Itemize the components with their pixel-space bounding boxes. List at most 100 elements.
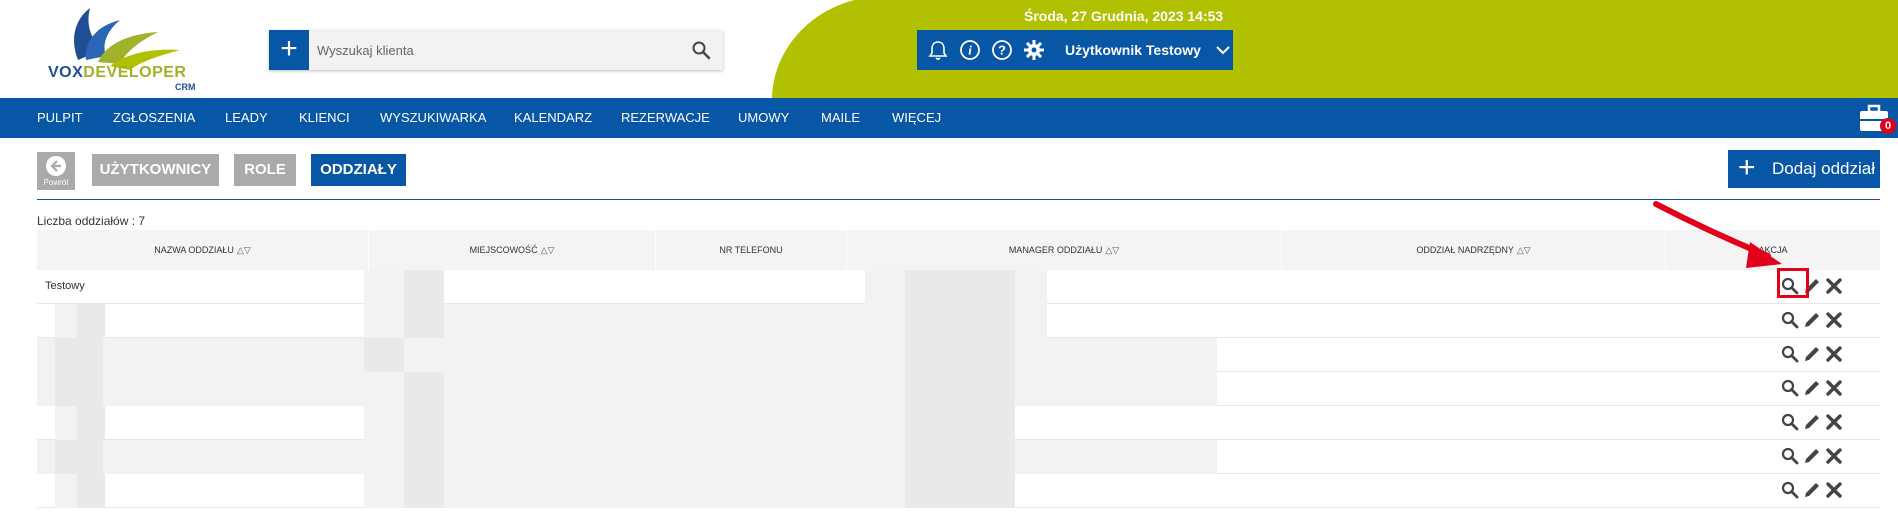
logo[interactable]: VOXDEVELOPER CRM	[40, 2, 210, 94]
delete-button[interactable]	[1824, 378, 1844, 398]
back-label: Powrót	[43, 178, 69, 187]
table-row	[37, 474, 1880, 508]
view-button[interactable]	[1780, 412, 1800, 432]
nav-item-pulpit[interactable]: PULPIT	[37, 98, 83, 138]
view-button[interactable]	[1780, 446, 1800, 466]
add-branch-label: Dodaj oddział	[1772, 159, 1876, 178]
briefcase-count-badge: 0	[1880, 118, 1896, 134]
edit-button[interactable]	[1802, 446, 1822, 466]
close-icon	[1824, 346, 1844, 368]
nav-item-klienci[interactable]: KLIENCI	[299, 98, 350, 138]
search-input[interactable]	[317, 30, 677, 70]
delete-button[interactable]	[1824, 446, 1844, 466]
main-nav: PULPIT ZGŁOSZENIA LEADY KLIENCI WYSZUKIW…	[0, 98, 1898, 138]
search-icon	[1780, 311, 1800, 334]
row-actions	[1780, 310, 1846, 332]
edit-button[interactable]	[1802, 344, 1822, 364]
search-icon[interactable]	[691, 40, 711, 60]
sort-icon[interactable]: △▽	[1517, 245, 1531, 255]
redacted-cell	[404, 304, 444, 338]
nav-item-maile[interactable]: MAILE	[821, 98, 860, 138]
red-arrow-annotation	[1653, 201, 1782, 268]
view-button[interactable]	[1780, 344, 1800, 364]
row-actions	[1780, 378, 1846, 400]
edit-button[interactable]	[1802, 310, 1822, 330]
redacted-cell	[37, 440, 1217, 474]
redacted-cell	[364, 474, 964, 508]
row-actions	[1780, 446, 1846, 468]
bell-icon[interactable]	[925, 37, 951, 63]
pencil-icon	[1802, 347, 1822, 368]
redacted-cell	[364, 406, 964, 440]
close-icon	[1824, 278, 1844, 300]
tab-users[interactable]: UŻYTKOWNICY	[92, 154, 219, 186]
view-button[interactable]	[1780, 310, 1800, 330]
delete-button[interactable]	[1824, 344, 1844, 364]
table-row	[37, 304, 1880, 338]
logo-crm-label: CRM	[175, 82, 196, 92]
gear-icon[interactable]	[1021, 37, 1047, 63]
help-icon[interactable]: ?	[989, 37, 1015, 63]
pencil-icon	[1802, 313, 1822, 334]
delete-button[interactable]	[1824, 310, 1844, 330]
table-row	[37, 372, 1880, 406]
sort-icon[interactable]: △▽	[541, 245, 555, 255]
delete-button[interactable]	[1824, 480, 1844, 500]
close-icon	[1824, 448, 1844, 470]
search-icon	[1780, 447, 1800, 470]
arrow-left-icon	[46, 156, 66, 176]
column-header-parent[interactable]: ODDZIAŁ NADRZĘDNY △▽	[1282, 230, 1666, 270]
view-button[interactable]	[1780, 378, 1800, 398]
header: VOXDEVELOPER CRM + Środa, 27 Grudnia, 20…	[0, 0, 1898, 100]
nav-item-kalendarz[interactable]: KALENDARZ	[514, 98, 592, 138]
edit-button[interactable]	[1802, 378, 1822, 398]
sort-icon[interactable]: △▽	[237, 245, 251, 255]
redacted-cell	[77, 304, 105, 338]
redacted-cell	[77, 474, 105, 508]
delete-button[interactable]	[1824, 412, 1844, 432]
delete-button[interactable]	[1824, 276, 1844, 296]
add-client-button[interactable]: +	[269, 30, 309, 70]
plus-icon: +	[1738, 151, 1756, 184]
column-header-manager[interactable]: MANAGER ODDZIAŁU △▽	[847, 230, 1282, 270]
svg-text:i: i	[968, 43, 972, 58]
nav-item-wyszukiwarka[interactable]: WYSZUKIWARKA	[380, 98, 486, 138]
add-branch-button[interactable]: + Dodaj oddział	[1728, 150, 1880, 188]
column-header-name[interactable]: NAZWA ODDZIAŁU △▽	[37, 230, 369, 270]
edit-button[interactable]	[1802, 480, 1822, 500]
redacted-cell	[37, 372, 1217, 406]
nav-item-leady[interactable]: LEADY	[225, 98, 268, 138]
nav-item-umowy[interactable]: UMOWY	[738, 98, 789, 138]
edit-button[interactable]	[1802, 412, 1822, 432]
branch-count: Liczba oddziałów : 7	[37, 214, 146, 228]
pencil-icon	[1802, 381, 1822, 402]
user-name[interactable]: Użytkownik Testowy	[1065, 42, 1201, 58]
back-button[interactable]: Powrót	[37, 152, 75, 190]
column-header-city[interactable]: MIEJSCOWOŚĆ △▽	[369, 230, 656, 270]
table-header: NAZWA ODDZIAŁU △▽ MIEJSCOWOŚĆ △▽ NR TELEFO…	[37, 230, 1880, 270]
view-button[interactable]	[1780, 480, 1800, 500]
redacted-cell	[404, 474, 444, 508]
close-icon	[1824, 312, 1844, 334]
close-icon	[1824, 482, 1844, 504]
redacted-cell	[404, 406, 444, 440]
tab-branches[interactable]: ODDZIAŁY	[311, 154, 406, 186]
redacted-cell	[404, 440, 444, 474]
close-icon	[1824, 380, 1844, 402]
nav-item-rezerwacje[interactable]: REZERWACJE	[621, 98, 710, 138]
nav-item-wiecej[interactable]: WIĘCEJ	[892, 98, 941, 138]
sort-icon[interactable]: △▽	[1105, 245, 1119, 255]
user-bar: i ? Użytkownik Testowy	[917, 30, 1233, 70]
redacted-cell	[404, 270, 444, 304]
info-icon[interactable]: i	[957, 37, 983, 63]
redacted-cell	[905, 474, 1015, 508]
client-search: +	[269, 30, 723, 70]
current-datetime: Środa, 27 Grudnia, 2023 14:53	[1024, 8, 1224, 24]
search-icon	[1780, 379, 1800, 402]
redacted-cell	[905, 440, 1015, 474]
redacted-cell	[905, 270, 1015, 304]
tab-roles[interactable]: ROLE	[234, 154, 296, 186]
nav-item-zgloszenia[interactable]: ZGŁOSZENIA	[113, 98, 195, 138]
table-row	[37, 406, 1880, 440]
chevron-down-icon[interactable]	[1215, 45, 1231, 55]
